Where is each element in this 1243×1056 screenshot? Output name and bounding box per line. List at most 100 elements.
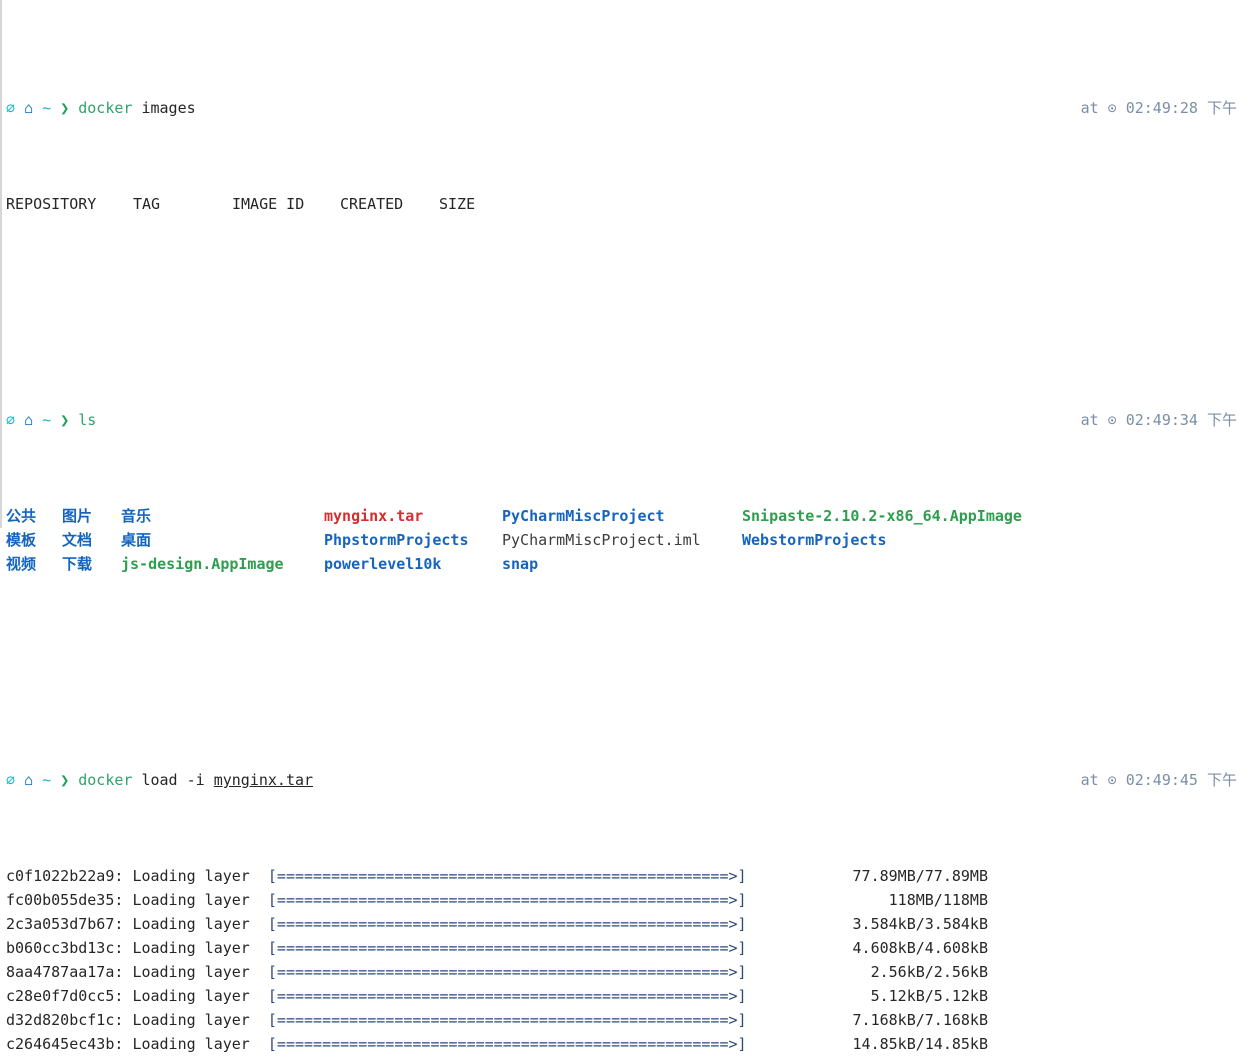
chevron-right-icon: ❯ [60, 411, 70, 429]
home-icon: ⌂ [24, 411, 34, 429]
header-tag: TAG [133, 195, 161, 213]
home-icon: ⌂ [24, 99, 34, 117]
timestamp-value: 02:49:34 下午 [1125, 411, 1237, 429]
layer-id: c28e0f7d0cc5 [6, 987, 115, 1005]
layer-size: 14.85kB/14.85kB [852, 1035, 988, 1053]
ls-entry: WebstormProjects [742, 531, 887, 549]
layer-status: Loading layer [132, 915, 250, 933]
ls-output-grid: 公共 图片 音乐 mynginx.tar PyCharmMiscProject Snipa… [2, 504, 1243, 576]
command-arg-file: mynginx.tar [213, 771, 314, 789]
docker-load-layer-row: c28e0f7d0cc5: Loading layer [===========… [2, 984, 1243, 1008]
prompt-status-icon: ⌀ [6, 771, 16, 789]
clock-icon: ⊙ [1107, 771, 1117, 789]
command-args: images [141, 99, 196, 117]
layer-id: fc00b055de35 [6, 891, 115, 909]
command-name: ls [78, 411, 97, 429]
docker-load-layer-row: d32d820bcf1c: Loading layer [===========… [2, 1008, 1243, 1032]
docker-load-layer-row: fc00b055de35: Loading layer [===========… [2, 888, 1243, 912]
timestamp-prefix: at [1080, 411, 1099, 429]
command-args: load -i [141, 771, 214, 789]
layer-size: 77.89MB/77.89MB [852, 867, 988, 885]
ls-entry: 图片 [62, 507, 93, 525]
ls-entry: Snipaste-2.10.2-x86_64.AppImage [742, 507, 1022, 525]
layer-id: b060cc3bd13c [6, 939, 115, 957]
home-icon: ⌂ [24, 771, 34, 789]
timestamp-value: 02:49:28 下午 [1125, 99, 1237, 117]
layer-status: Loading layer [132, 1035, 250, 1053]
layer-status: Loading layer [132, 1011, 250, 1029]
chevron-right-icon: ❯ [60, 99, 70, 117]
layer-progress-bar: [=======================================… [267, 867, 747, 885]
chevron-right-icon: ❯ [60, 771, 70, 789]
layer-progress-bar: [=======================================… [267, 915, 747, 933]
prompt-timestamp: at ⊙ 02:49:45 下午 [1081, 768, 1237, 792]
docker-load-layer-row: c0f1022b22a9: Loading layer [===========… [2, 864, 1243, 888]
header-image-id: IMAGE ID [232, 195, 305, 213]
ls-entry: 音乐 [121, 507, 152, 525]
docker-load-layer-row: 2c3a053d7b67: Loading layer [===========… [2, 912, 1243, 936]
layer-progress-bar: [=======================================… [267, 987, 747, 1005]
ls-entry: 公共 [6, 507, 37, 525]
layer-id: 2c3a053d7b67 [6, 915, 115, 933]
layer-status: Loading layer [132, 867, 250, 885]
layer-progress-bar: [=======================================… [267, 891, 747, 909]
docker-load-progress-list: c0f1022b22a9: Loading layer [===========… [2, 864, 1243, 1056]
docker-images-header-row-first: REPOSITORY TAG IMAGE ID CREATED SIZE [2, 192, 1243, 216]
timestamp-prefix: at [1080, 771, 1099, 789]
docker-load-layer-row: 8aa4787aa17a: Loading layer [===========… [2, 960, 1243, 984]
layer-size: 3.584kB/3.584kB [852, 915, 988, 933]
ls-entry: mynginx.tar [324, 507, 424, 525]
layer-size: 4.608kB/4.608kB [852, 939, 988, 957]
prompt-status-icon: ⌀ [6, 411, 16, 429]
docker-load-layer-row: b060cc3bd13c: Loading layer [===========… [2, 936, 1243, 960]
layer-status: Loading layer [132, 963, 250, 981]
prompt-path: ~ [42, 99, 52, 117]
prompt-line-ls: ⌀ ⌂ ~ ❯ ls at ⊙ 02:49:34 下午 [2, 408, 1243, 432]
command-name: docker [78, 99, 133, 117]
header-created: CREATED [340, 195, 404, 213]
prompt-line-docker-images-first: ⌀ ⌂ ~ ❯ docker images at ⊙ 02:49:28 下午 [2, 96, 1243, 120]
ls-entry: js-design.AppImage [121, 555, 284, 573]
timestamp-value: 02:49:45 下午 [1125, 771, 1237, 789]
layer-progress-bar: [=======================================… [267, 963, 747, 981]
ls-entry: 桌面 [121, 531, 152, 549]
ls-entry: snap [502, 555, 539, 573]
layer-size: 2.56kB/2.56kB [870, 963, 988, 981]
prompt-timestamp: at ⊙ 02:49:28 下午 [1081, 96, 1237, 120]
ls-entry: 视频 [6, 555, 37, 573]
layer-id: c264645ec43b [6, 1035, 115, 1053]
layer-id: 8aa4787aa17a [6, 963, 115, 981]
layer-status: Loading layer [132, 987, 250, 1005]
clock-icon: ⊙ [1107, 411, 1117, 429]
timestamp-prefix: at [1080, 99, 1099, 117]
prompt-path: ~ [42, 411, 52, 429]
clock-icon: ⊙ [1107, 99, 1117, 117]
ls-entry: 文档 [62, 531, 93, 549]
ls-entry: PyCharmMiscProject.iml [502, 531, 701, 549]
ls-entry: powerlevel10k [324, 555, 442, 573]
layer-progress-bar: [=======================================… [267, 1035, 747, 1053]
ls-entry: 模板 [6, 531, 37, 549]
layer-id: d32d820bcf1c [6, 1011, 115, 1029]
layer-size: 7.168kB/7.168kB [852, 1011, 988, 1029]
layer-size: 118MB/118MB [888, 891, 988, 909]
prompt-path: ~ [42, 771, 52, 789]
ls-entry: PhpstormProjects [324, 531, 469, 549]
command-name: docker [78, 771, 133, 789]
prompt-status-icon: ⌀ [6, 99, 16, 117]
layer-size: 5.12kB/5.12kB [870, 987, 988, 1005]
layer-progress-bar: [=======================================… [267, 939, 747, 957]
header-size: SIZE [439, 195, 476, 213]
terminal-window[interactable]: ⌀ ⌂ ~ ❯ docker images at ⊙ 02:49:28 下午 RE… [0, 0, 1243, 1053]
layer-id: c0f1022b22a9 [6, 867, 115, 885]
prompt-line-docker-load: ⌀ ⌂ ~ ❯ docker load -i mynginx.tar at ⊙ 0… [2, 768, 1243, 792]
docker-load-layer-row: c264645ec43b: Loading layer [===========… [2, 1032, 1243, 1056]
ls-entry: 下载 [62, 555, 93, 573]
header-repository: REPOSITORY [6, 195, 97, 213]
layer-status: Loading layer [132, 939, 250, 957]
layer-progress-bar: [=======================================… [267, 1011, 747, 1029]
ls-entry: PyCharmMiscProject [502, 507, 665, 525]
layer-status: Loading layer [132, 891, 250, 909]
